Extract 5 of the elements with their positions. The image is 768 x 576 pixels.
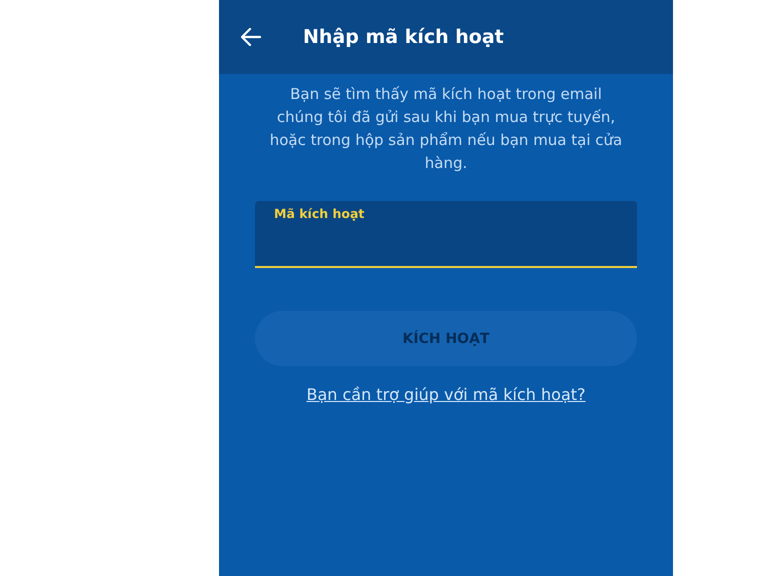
screen-title: Nhập mã kích hoạt xyxy=(303,26,504,48)
description-text: Bạn sẽ tìm thấy mã kích hoạt trong email chúng tôi đã gửi sau khi bạn mua trực tuyến, hoặc trong hộp sản phẩm nếu bạn mua tại cửa hàng. xyxy=(268,84,624,174)
help-link[interactable]: Bạn cần trợ giúp với mã kích hoạt? xyxy=(306,385,586,404)
back-arrow-icon[interactable] xyxy=(241,28,261,46)
activation-code-field[interactable]: Mã kích hoạt xyxy=(255,201,637,268)
